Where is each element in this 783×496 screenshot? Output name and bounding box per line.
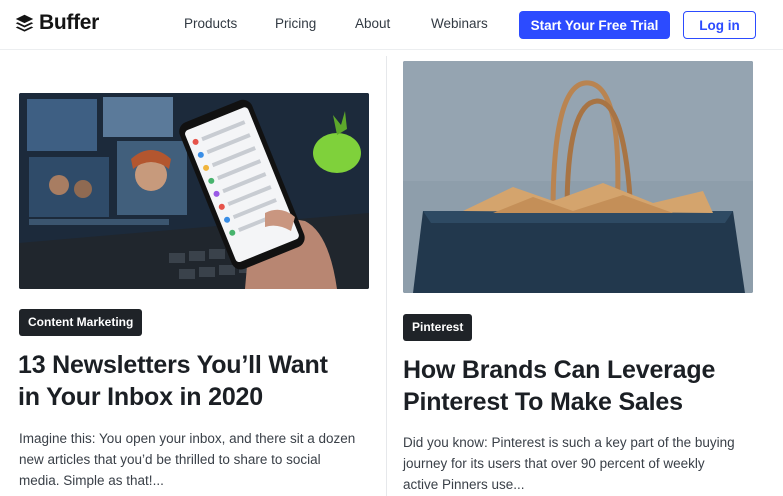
start-free-trial-button[interactable]: Start Your Free Trial (519, 11, 670, 39)
post-excerpt-line: journey for its users that over 90 perce… (403, 456, 705, 471)
nav-pricing[interactable]: Pricing (275, 16, 316, 31)
post-title-line: in Your Inbox in 2020 (18, 383, 263, 411)
post-excerpt: Imagine this: You open your inbox, and t… (19, 428, 374, 491)
post-excerpt-line: new articles that you’d be thrilled to s… (19, 452, 321, 467)
post-image-laptop-phone[interactable] (19, 93, 369, 289)
laptop-phone-illustration (19, 93, 369, 289)
post-image-shopping-bag[interactable] (403, 61, 753, 293)
nav-products[interactable]: Products (184, 16, 237, 31)
column-divider (386, 56, 387, 496)
nav-webinars[interactable]: Webinars (431, 16, 488, 31)
buffer-logo-icon (15, 14, 34, 32)
post-excerpt-line: media. Simple as that!... (19, 473, 164, 488)
log-in-button[interactable]: Log in (683, 11, 756, 39)
buffer-logo[interactable]: Buffer (14, 11, 99, 35)
category-tag-content-marketing[interactable]: Content Marketing (19, 309, 143, 336)
nav-about[interactable]: About (355, 16, 390, 31)
post-title-line: How Brands Can Leverage (403, 356, 716, 384)
post-title-line: 13 Newsletters You’ll Want (18, 351, 328, 379)
post-excerpt-line: Imagine this: You open your inbox, and t… (19, 431, 356, 446)
category-tag-pinterest[interactable]: Pinterest (403, 314, 473, 341)
site-header: Buffer Products Pricing About Webinars S… (0, 0, 783, 50)
post-title-line: Pinterest To Make Sales (403, 388, 683, 416)
post-title[interactable]: How Brands Can Leverage Pinterest To Mak… (403, 354, 773, 418)
brand-name: Buffer (39, 11, 100, 34)
post-excerpt-line: Did you know: Pinterest is such a key pa… (403, 435, 735, 450)
post-title[interactable]: 13 Newsletters You’ll Want in Your Inbox… (18, 349, 378, 413)
shopping-bag-illustration (403, 61, 753, 293)
post-excerpt-line: active Pinners use... (403, 477, 525, 492)
post-excerpt: Did you know: Pinterest is such a key pa… (403, 432, 753, 495)
